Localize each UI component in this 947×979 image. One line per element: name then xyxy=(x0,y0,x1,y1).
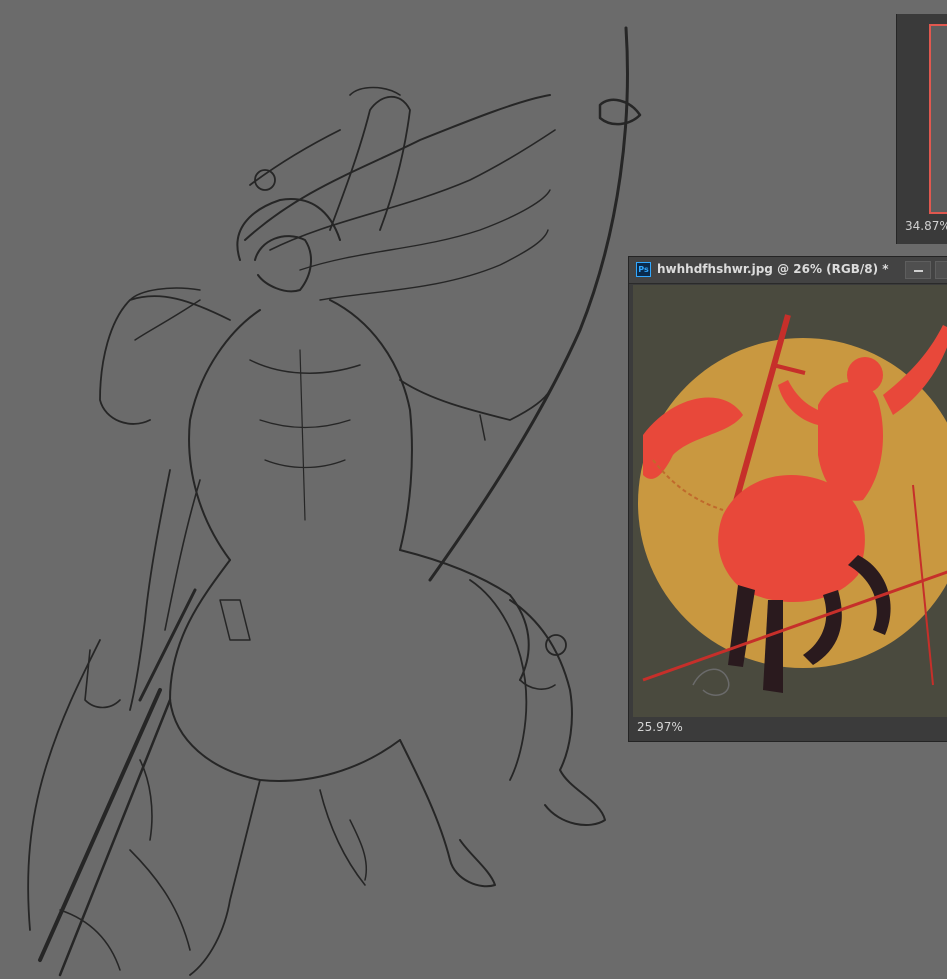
minimize-icon[interactable] xyxy=(905,261,931,279)
head xyxy=(847,357,883,393)
centaur-color-art xyxy=(633,285,947,717)
back-zoom-label: 34.87% xyxy=(905,219,947,233)
photoshop-icon: Ps xyxy=(636,262,651,277)
back-document-preview xyxy=(929,24,947,214)
document-title: hwhhdfhshwr.jpg @ 26% (RGB/8) * xyxy=(657,262,889,276)
back-document-window[interactable]: 34.87% xyxy=(896,14,947,244)
front-zoom-label: 25.97% xyxy=(637,720,683,734)
reference-document-window[interactable]: Ps hwhhdfhshwr.jpg @ 26% (RGB/8) * 25.97… xyxy=(628,256,947,742)
document-titlebar[interactable]: Ps hwhhdfhshwr.jpg @ 26% (RGB/8) * xyxy=(629,257,947,284)
maximize-icon[interactable] xyxy=(935,261,947,279)
reference-image xyxy=(633,285,947,717)
torso xyxy=(818,381,883,501)
